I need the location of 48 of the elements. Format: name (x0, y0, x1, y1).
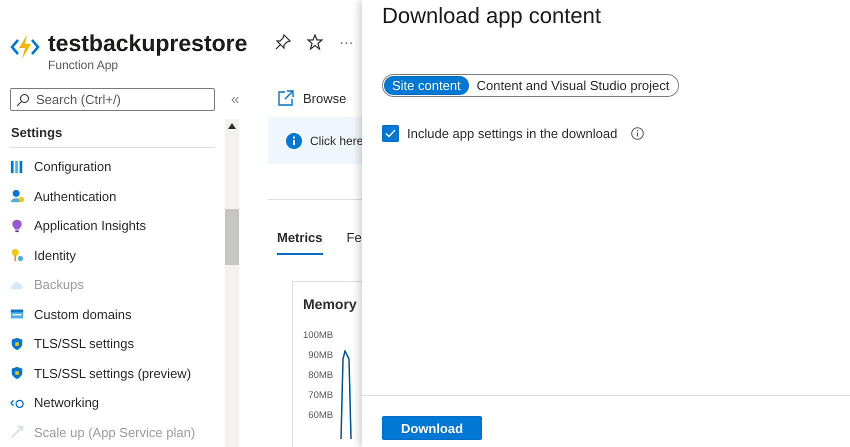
browse-button[interactable]: Browse (268, 89, 346, 107)
info-icon (286, 132, 302, 148)
sidebar-item[interactable]: Custom domains (10, 300, 215, 329)
sidebar-item-icon (10, 336, 24, 351)
scrollbar-thumb[interactable] (225, 209, 239, 265)
pin-icon[interactable] (275, 34, 292, 50)
resource-title: testbackuprestore (48, 30, 248, 56)
resource-type: Function App (48, 58, 120, 72)
info-icon[interactable] (631, 127, 644, 140)
sidebar-item[interactable]: TLS/SSL settings (10, 329, 215, 358)
banner-text: Click here (310, 134, 364, 148)
sidebar-item-icon (10, 160, 24, 174)
sidebar-item[interactable]: Authentication (10, 182, 215, 211)
checkbox-label: Include app settings in the download (407, 126, 618, 141)
external-link-icon (277, 89, 295, 107)
sidebar-item[interactable]: TLS/SSL settings (preview) (10, 358, 215, 388)
download-button[interactable]: Download (382, 416, 482, 440)
axis-label: 70MB (308, 390, 334, 402)
tab[interactable]: Metrics (277, 230, 323, 255)
search-field[interactable]: Search (Ctrl+/) (10, 88, 215, 111)
sidebar-item[interactable]: Configuration (10, 152, 215, 182)
chart-title: Memory (303, 296, 358, 312)
more-button[interactable]: ··· (339, 34, 354, 50)
sidebar-item-icon (10, 425, 24, 440)
sidebar-item[interactable]: Networking (10, 388, 215, 418)
sidebar-item-icon (10, 366, 24, 380)
toggle-option[interactable]: Content and Visual Studio project (468, 76, 678, 95)
sidebar-item[interactable]: Application Insights (10, 211, 215, 240)
collapse-button[interactable]: « (231, 91, 240, 108)
axis-label: 90MB (308, 350, 334, 362)
panel-title: Download app content (382, 2, 602, 30)
section-heading: Settings (10, 119, 215, 148)
sidebar-item-icon (10, 189, 24, 204)
search-icon (16, 93, 30, 107)
sidebar-item[interactable]: Identity (10, 240, 215, 270)
sidebar-item-icon (10, 218, 24, 233)
check-icon (385, 129, 396, 138)
star-icon[interactable] (307, 34, 324, 50)
toggle-option[interactable]: Site content (384, 76, 469, 95)
sidebar-item-icon (10, 248, 24, 262)
axis-label: 80MB (308, 370, 334, 382)
tab[interactable]: Fe (346, 230, 362, 255)
checkbox[interactable] (382, 125, 399, 142)
scrollbar[interactable] (225, 119, 239, 447)
sidebar-item-icon (10, 307, 24, 322)
axis-label: 60MB (308, 410, 334, 422)
axis-label: 100MB (303, 330, 334, 342)
scroll-up-icon[interactable] (228, 123, 236, 129)
